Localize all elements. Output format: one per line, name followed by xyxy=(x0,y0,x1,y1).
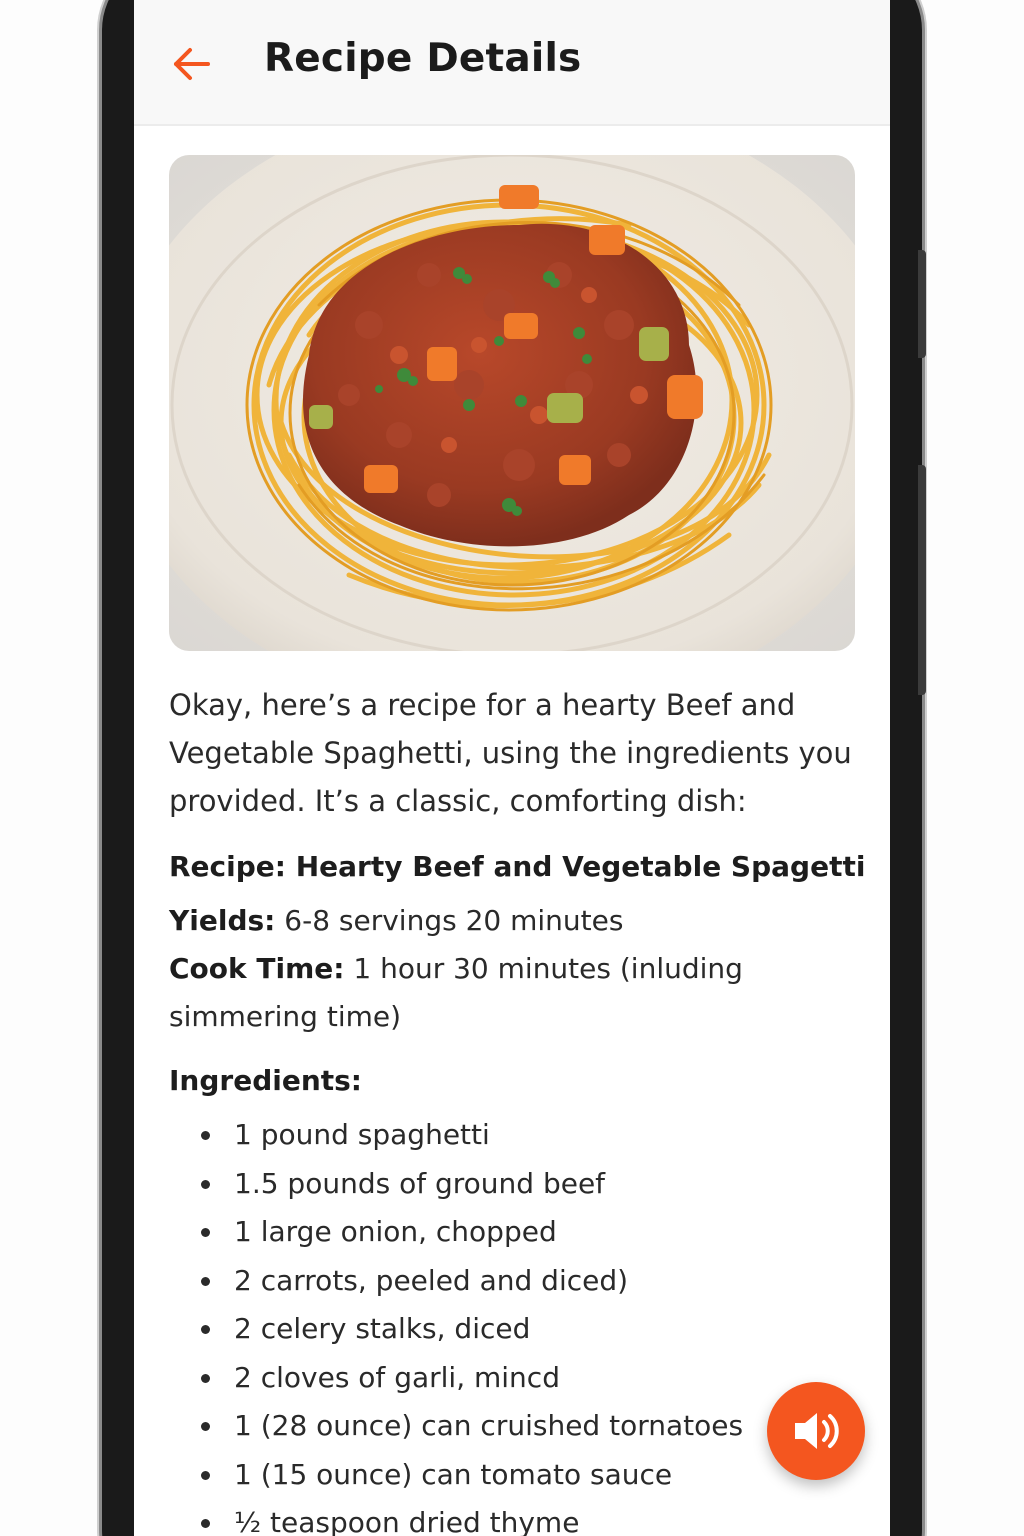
recipe-title: Recipe: Hearty Beef and Vegetable Spaget… xyxy=(169,850,866,883)
ingredient-item: 1 (28 ounce) can cruished tornatoes xyxy=(169,1402,857,1451)
cook-time-label: Cook Time: xyxy=(169,952,345,985)
ingredient-text: 1 pound spaghetti xyxy=(234,1118,490,1151)
page: Recipe Details Okay, here’s a recipe for… xyxy=(0,0,1024,1536)
volume-side-button xyxy=(918,250,926,358)
ingredient-item: 2 carrots, peeled and diced) xyxy=(169,1257,857,1306)
ingredient-text: 1 (15 ounce) can tomato sauce xyxy=(234,1457,673,1491)
ingredient-item: 1 pound spaghetti xyxy=(169,1111,857,1160)
ingredients-list: 1 pound spaghetti 1.5 pounds of ground b… xyxy=(169,1111,857,1536)
recipe-hero-image xyxy=(169,155,855,651)
bullet-icon xyxy=(201,1373,210,1383)
bullet-icon xyxy=(201,1179,210,1189)
speaker-icon xyxy=(795,1413,839,1449)
ingredient-text: 2 cloves of garli, mincd xyxy=(234,1360,560,1394)
power-side-button xyxy=(918,465,926,695)
bullet-icon xyxy=(201,1422,210,1431)
bullet-icon xyxy=(201,1519,210,1528)
ingredient-item: 1 (15 ounce) can tomato sauce xyxy=(169,1451,857,1500)
ingredient-text: 2 carrots, peeled and diced) xyxy=(234,1263,629,1297)
ingredient-text: 2 celery stalks, diced xyxy=(234,1312,531,1345)
ingredient-text: ½ teaspoon dried thyme xyxy=(234,1506,580,1536)
ingredient-text: 1 large onion, chopped xyxy=(234,1215,557,1248)
bullet-icon xyxy=(201,1470,210,1480)
ingredient-item: 2 cloves of garli, mincd xyxy=(169,1354,857,1403)
bullet-icon xyxy=(201,1325,210,1334)
page-title: Recipe Details xyxy=(264,36,582,81)
phone-screen: Recipe Details Okay, here’s a recipe for… xyxy=(134,0,890,1536)
back-button[interactable] xyxy=(168,40,216,88)
read-aloud-button[interactable] xyxy=(767,1382,865,1480)
recipe-yields: Yields: 6-8 servings 20 minutes xyxy=(169,897,857,945)
bullet-icon xyxy=(201,1228,210,1237)
yields-value: 6-8 servings 20 minutes xyxy=(275,904,624,937)
ingredient-text: 1 (28 ounce) can cruished tornatoes xyxy=(234,1409,744,1442)
arrow-left-icon xyxy=(174,48,210,80)
yields-label: Yields: xyxy=(169,904,276,937)
ingredient-item: 2 celery stalks, diced xyxy=(169,1305,857,1354)
recipe-intro-text: Okay, here’s a recipe for a hearty Beef … xyxy=(169,688,852,818)
bullet-icon xyxy=(201,1276,210,1286)
ingredient-item: ½ teaspoon dried thyme xyxy=(169,1499,857,1536)
ingredient-item: 1 large onion, chopped xyxy=(169,1208,857,1257)
recipe-content: Okay, here’s a recipe for a hearty Beef … xyxy=(169,155,866,1536)
bullet-icon xyxy=(201,1131,210,1140)
ingredient-text: 1.5 pounds of ground beef xyxy=(234,1166,606,1200)
ingredient-item: 1.5 pounds of ground beef xyxy=(169,1160,857,1209)
recipe-cook-time: Cook Time: 1 hour 30 minutes (inluding s… xyxy=(169,945,857,1041)
app-header: Recipe Details xyxy=(134,0,890,126)
ingredients-heading: Ingredients: xyxy=(169,1064,363,1097)
